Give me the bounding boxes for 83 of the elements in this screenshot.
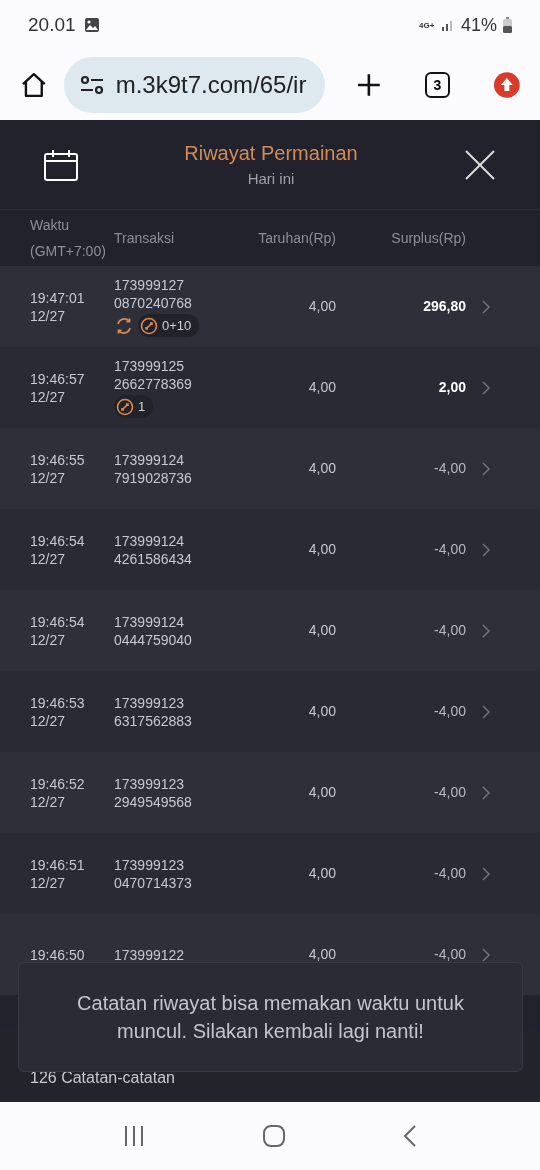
spin-icon <box>116 397 134 416</box>
surplus-cell-text: -4,00 <box>433 945 466 964</box>
panel-title: Riwayat Permainan <box>184 141 358 167</box>
chevron-icon[interactable] <box>482 947 490 962</box>
transaction-cell-text: 173999122 <box>114 945 186 964</box>
address-bar[interactable]: m.3k9t7.com/65/ir <box>63 57 325 113</box>
toast: Catatan riwayat bisa memakan waktu untuk muncul. Silakan kembali lagi nanti! <box>18 962 523 1072</box>
bet-cell-text: 4,00 <box>307 783 336 802</box>
transaction-cell-text: 173999124 4261586434 <box>114 531 193 568</box>
history-row[interactable]: 19:47:01 12/27 173999127 0870240768 0+10 4,00 296,80 <box>0 266 540 347</box>
time-cell-text: 19:46:50 <box>29 945 86 964</box>
transaction-cell-text: 173999123 2949549568 <box>114 774 193 811</box>
bet-cell-text: 4,00 <box>307 540 336 559</box>
surplus-cell-text: 296,80 <box>422 297 466 316</box>
surplus-cell-text: 2,00 <box>437 378 466 397</box>
home-icon[interactable] <box>20 71 48 99</box>
recents-icon[interactable] <box>122 1125 145 1147</box>
column-header: Transaksi <box>114 228 176 248</box>
transaction-cell-text: 173999123 0470714373 <box>114 855 193 892</box>
surplus-cell-text: -4,00 <box>433 783 466 802</box>
clock: 20.01 <box>28 12 76 37</box>
chevron-icon[interactable] <box>482 461 490 476</box>
network-label: 4G+ <box>418 20 435 30</box>
back-icon[interactable] <box>403 1124 418 1148</box>
history-row[interactable]: 19:46:52 12/27 173999123 2949549568 4,00 -4,00 <box>0 752 540 833</box>
column-header: Surplus(Rp) <box>390 228 466 248</box>
transaction-cell-text: 173999125 2662778369 <box>114 356 193 393</box>
bet-cell-text: 4,00 <box>307 297 336 316</box>
refresh-icon <box>114 315 134 336</box>
time-cell-text: 19:46:55 12/27 <box>29 450 86 487</box>
time-cell-text: 19:47:01 12/27 <box>29 288 86 325</box>
spin-icon <box>140 316 158 335</box>
transaction-cell-text: 173999124 7919028736 <box>114 450 193 487</box>
surplus-cell-text: -4,00 <box>433 621 466 640</box>
history-row[interactable]: 19:46:51 12/27 173999123 0470714373 4,00 -4,00 <box>0 833 540 914</box>
time-cell-text: 19:46:54 12/27 <box>29 531 86 568</box>
bet-cell-text: 4,00 <box>307 378 336 397</box>
surplus-cell-text: -4,00 <box>433 540 466 559</box>
upload-icon[interactable] <box>494 72 520 98</box>
history-row[interactable]: 19:46:53 12/27 173999123 6317562883 4,00 -4,00 <box>0 671 540 752</box>
bet-cell-text: 4,00 <box>307 702 336 721</box>
transaction-cell-text: 173999123 6317562883 <box>114 693 193 730</box>
chevron-icon[interactable] <box>482 623 490 638</box>
plus-icon[interactable] <box>356 73 381 97</box>
tune-icon[interactable] <box>79 75 104 95</box>
battery-icon <box>503 17 512 33</box>
panel-subtitle: Hari ini <box>247 169 295 190</box>
bet-cell-text: 4,00 <box>307 945 336 964</box>
bet-cell-text: 4,00 <box>307 621 336 640</box>
history-row[interactable]: 19:46:54 12/27 173999124 0444759040 4,00 -4,00 <box>0 590 540 671</box>
time-cell-text: 19:46:53 12/27 <box>29 693 86 730</box>
time-cell-text: 19:46:57 12/27 <box>29 369 86 406</box>
free-spin-badge: 1 <box>114 394 154 419</box>
chevron-icon[interactable] <box>482 380 490 395</box>
image-icon <box>83 17 100 33</box>
signal-icon <box>440 18 455 32</box>
chevron-icon[interactable] <box>482 866 490 881</box>
url-text: m.3k9t7.com/65/ir <box>115 70 307 100</box>
surplus-cell-text: -4,00 <box>433 459 466 478</box>
time-cell-text: 19:46:52 12/27 <box>29 774 86 811</box>
column-header: Taruhan(Rp) <box>257 228 336 248</box>
chevron-icon[interactable] <box>482 542 490 557</box>
history-row[interactable]: 19:46:55 12/27 173999124 7919028736 4,00 -4,00 <box>0 428 540 509</box>
calendar-icon[interactable] <box>44 148 78 181</box>
bet-cell-text: 4,00 <box>307 459 336 478</box>
chevron-icon[interactable] <box>482 299 490 314</box>
column-header: Waktu (GMT+7:00) <box>29 216 107 261</box>
history-row[interactable]: 19:46:57 12/27 173999125 2662778369 1 4,00 2,00 <box>0 347 540 428</box>
chevron-icon[interactable] <box>482 704 490 719</box>
transaction-cell-text: 173999124 0444759040 <box>114 612 193 649</box>
time-cell-text: 19:46:54 12/27 <box>29 612 86 649</box>
chevron-icon[interactable] <box>482 785 490 800</box>
close-icon[interactable] <box>464 148 496 181</box>
surplus-cell-text: -4,00 <box>433 702 466 721</box>
time-cell-text: 19:46:51 12/27 <box>29 855 86 892</box>
home-button-icon[interactable] <box>262 1124 286 1148</box>
surplus-cell-text: -4,00 <box>433 864 466 883</box>
tab-count-button[interactable]: 3 <box>424 72 451 98</box>
history-row[interactable]: 19:46:54 12/27 173999124 4261586434 4,00 -4,00 <box>0 509 540 590</box>
bet-cell-text: 4,00 <box>307 864 336 883</box>
battery-percent: 41% <box>460 13 497 37</box>
transaction-cell-text: 173999127 0870240768 <box>114 275 193 312</box>
free-spin-badge: 0+10 <box>138 313 200 338</box>
